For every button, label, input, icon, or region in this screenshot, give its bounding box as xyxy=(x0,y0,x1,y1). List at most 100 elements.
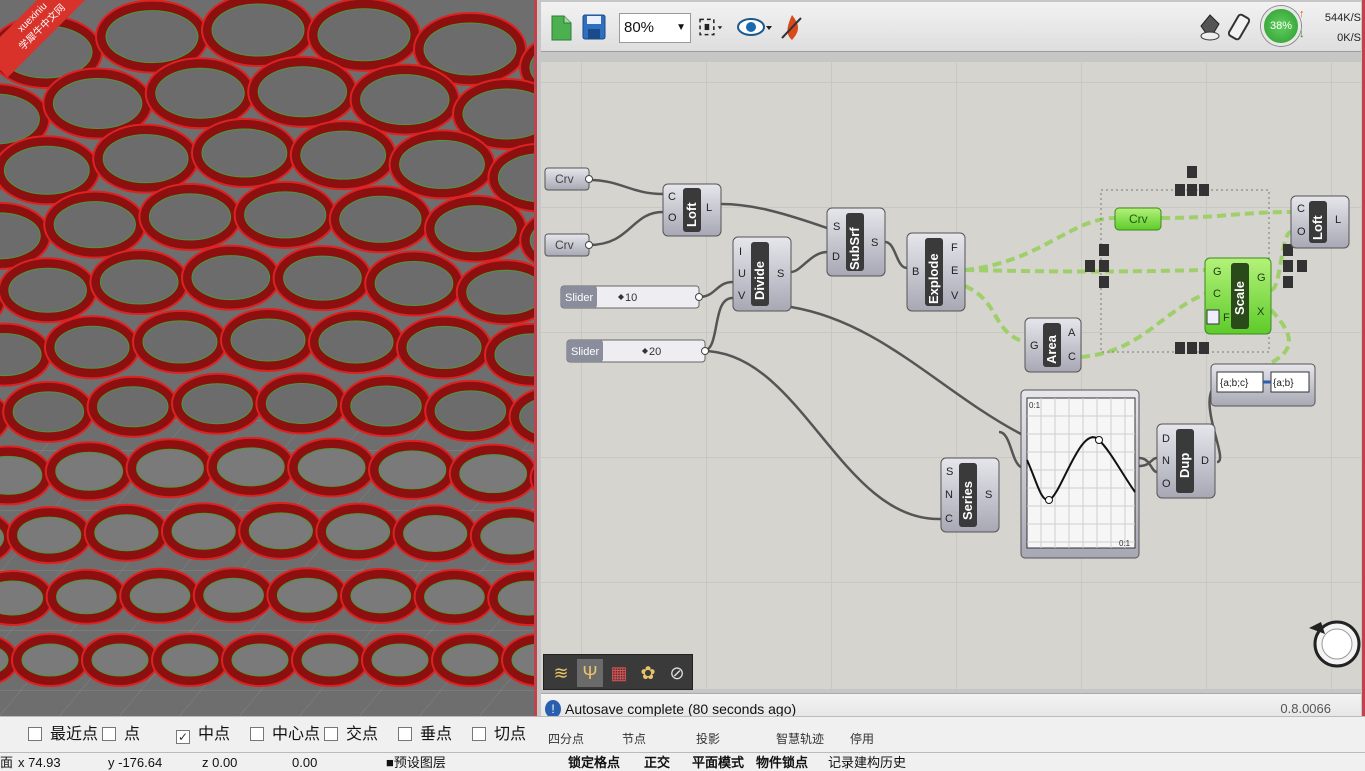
osnap-checkbox[interactable] xyxy=(102,727,116,741)
osnap-checkbox[interactable] xyxy=(472,727,486,741)
osnap-item[interactable]: 交点 xyxy=(324,725,378,745)
crv-param-2[interactable]: Crv xyxy=(544,233,593,257)
osnap-secondary-item[interactable]: 智慧轨迹 xyxy=(776,730,824,747)
crv1-label: Crv xyxy=(555,172,574,186)
subsrf-input-d: D xyxy=(832,251,840,263)
loft2-title: Loft xyxy=(1310,215,1325,240)
cpu-usage-indicator: 38% xyxy=(1261,6,1301,46)
slider-2[interactable]: Slider 20 xyxy=(566,339,709,363)
param-viewer[interactable]: {a;b;c} {a;b} xyxy=(1210,363,1316,407)
explode-output-f: F xyxy=(951,242,958,254)
canvas-navigator-icon[interactable] xyxy=(1309,620,1361,668)
graph-corner-br: 0:1 xyxy=(1119,539,1131,548)
dup-input-d: D xyxy=(1162,433,1170,445)
osnap-item[interactable]: 切点 xyxy=(472,725,526,745)
osnap-secondary-item[interactable]: 投影 xyxy=(696,730,720,747)
loft-component-1[interactable]: Loft C O L xyxy=(662,183,722,237)
dup-component[interactable]: Dup D N O D xyxy=(1156,423,1216,499)
osnap-secondary-item[interactable]: 停用 xyxy=(850,730,874,747)
current-layer[interactable]: ■预设图层 xyxy=(386,753,446,771)
scale-input-f: F xyxy=(1223,312,1230,324)
gumball-handles[interactable] xyxy=(1085,166,1307,354)
rhino-viewport[interactable]: xuexiniu 学犀牛中文网 xyxy=(0,0,534,716)
area-component[interactable]: Area G A C xyxy=(1024,317,1082,373)
loft1-title: Loft xyxy=(684,202,699,227)
gh-canvas[interactable]: Crv Crv Slider 10 Slider 20 Loft C O L D… xyxy=(541,62,1361,689)
scale-component[interactable]: Scale G C F G X xyxy=(1204,257,1272,335)
graph-corner-tl: 0:1 xyxy=(1029,401,1041,410)
series-title: Series xyxy=(960,481,975,520)
loft2-input-o: O xyxy=(1297,226,1306,238)
crv-param-selected[interactable]: Crv xyxy=(1114,207,1162,231)
area-input-g: G xyxy=(1030,340,1039,352)
osnap-checkbox[interactable] xyxy=(28,727,42,741)
series-input-c: C xyxy=(945,513,953,525)
osnap-checkbox[interactable]: ✓ xyxy=(176,730,190,744)
bake-flame-icon[interactable] xyxy=(779,12,805,42)
record-history-toggle[interactable]: 记录建构历史 xyxy=(828,753,906,771)
area-output-a: A xyxy=(1068,327,1076,339)
explode-title: Explode xyxy=(926,253,941,304)
zoom-extents-icon[interactable] xyxy=(697,12,723,42)
explode-input-b: B xyxy=(912,266,919,278)
scale-output-g: G xyxy=(1257,272,1266,284)
osnap-label: 中心点 xyxy=(272,726,321,743)
param-viewer-right: {a;b} xyxy=(1273,378,1294,389)
explode-component[interactable]: Explode B F E V xyxy=(906,232,966,312)
osnap-checkbox[interactable] xyxy=(250,727,264,741)
osnap-label: 垂点 xyxy=(420,726,453,743)
zoom-select[interactable]: 80% ▼ xyxy=(619,13,691,43)
osnap-toggle[interactable]: 物件锁点 xyxy=(756,753,808,771)
coord-distance: 0.00 xyxy=(292,755,318,770)
series-component[interactable]: Series S N C S xyxy=(940,457,1000,533)
osnap-item[interactable]: ✓ 中点 xyxy=(176,725,230,745)
loft2-input-c: C xyxy=(1297,203,1305,215)
param-viewer-left: {a;b;c} xyxy=(1220,378,1249,389)
screen: xuexiniu 学犀牛中文网 80% ▼ 38% ↑ 544K/S ↓ 0K/… xyxy=(0,0,1365,771)
gh-definition[interactable]: Crv Crv Slider 10 Slider 20 Loft C O L D… xyxy=(541,62,1361,689)
osnap-item[interactable]: 垂点 xyxy=(398,725,452,745)
divide-input-i: I xyxy=(739,246,742,258)
osnap-secondary-item[interactable]: 四分点 xyxy=(548,730,584,747)
preview-shaded-icon[interactable] xyxy=(1197,12,1223,42)
osnap-item[interactable]: 点 xyxy=(102,725,140,745)
table-icon[interactable]: ▦ xyxy=(606,659,632,687)
crv-param-1[interactable]: Crv xyxy=(544,167,593,191)
subsrf-input-s: S xyxy=(833,221,840,233)
ortho-toggle[interactable]: 正交 xyxy=(644,753,670,771)
osnap-label: 切点 xyxy=(494,726,527,743)
osnap-item[interactable]: 最近点 xyxy=(28,725,98,745)
area-title: Area xyxy=(1044,334,1059,364)
chevron-down-icon: ▼ xyxy=(676,22,686,33)
loft-component-2[interactable]: Loft C O L xyxy=(1290,195,1350,249)
zoom-value: 80% xyxy=(624,19,655,36)
preview-eye-icon[interactable] xyxy=(737,12,773,42)
divide-component[interactable]: Divide I U V S xyxy=(732,236,792,312)
divide-title: Divide xyxy=(752,261,767,300)
preview-wire-icon[interactable] xyxy=(1227,12,1253,42)
divide-output-s: S xyxy=(777,268,784,280)
loft1-input-o: O xyxy=(668,212,677,224)
area-output-c: C xyxy=(1068,351,1076,363)
heat-waves-icon[interactable]: ≋ xyxy=(548,659,574,687)
osnap-item[interactable]: 中心点 xyxy=(250,725,320,745)
osnap-checkbox[interactable] xyxy=(324,727,338,741)
series-input-n: N xyxy=(945,489,953,501)
open-file-icon[interactable] xyxy=(549,12,575,42)
tree-icon[interactable]: Ψ xyxy=(577,659,603,687)
grid-snap-toggle[interactable]: 锁定格点 xyxy=(568,753,620,771)
scale-title: Scale xyxy=(1232,281,1247,315)
osnap-checkbox[interactable] xyxy=(398,727,412,741)
badge-icon[interactable]: ✿ xyxy=(635,659,661,687)
osnap-secondary-item[interactable]: 节点 xyxy=(622,730,646,747)
subsrf-component[interactable]: SubSrf S D S xyxy=(826,207,886,277)
save-icon[interactable] xyxy=(581,12,607,42)
planar-toggle[interactable]: 平面模式 xyxy=(692,753,744,771)
divide-input-u: U xyxy=(738,268,746,280)
coord-x: x 74.93 xyxy=(18,755,61,770)
rhino-icon[interactable]: ⊘ xyxy=(664,659,690,687)
graph-mapper[interactable]: 0:1 0:1 xyxy=(1020,389,1140,559)
series-input-s: S xyxy=(946,466,953,478)
download-speed: 0K/S xyxy=(1337,32,1361,44)
slider-1[interactable]: Slider 10 xyxy=(560,285,703,309)
